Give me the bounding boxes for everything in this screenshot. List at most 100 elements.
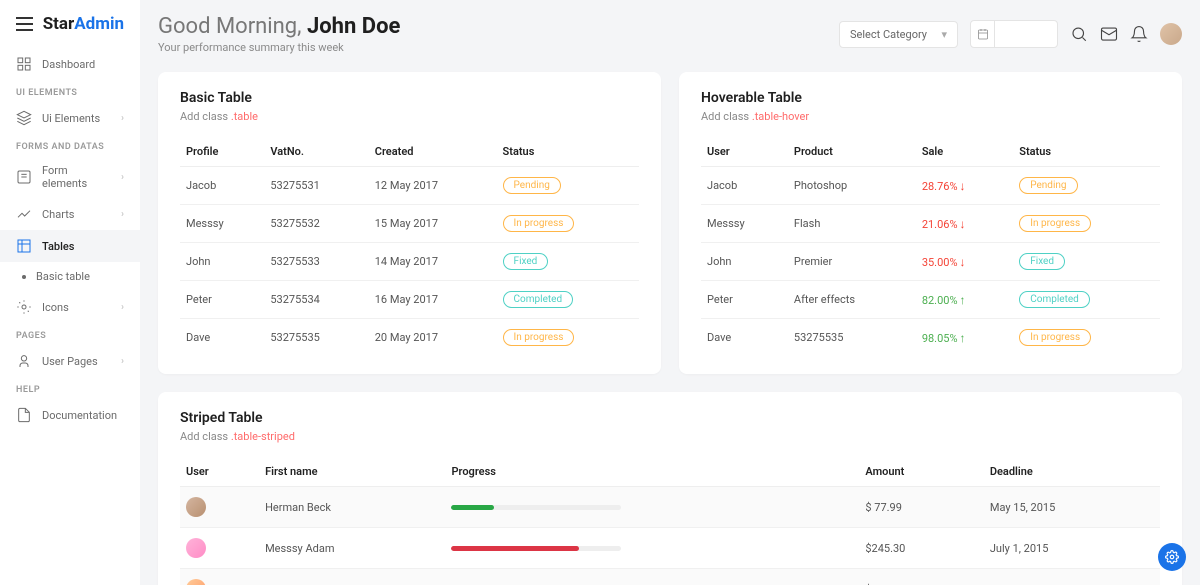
basic-table-card: Basic Table Add class .table Profile Vat… xyxy=(158,72,661,374)
cell-status: In progress xyxy=(1013,319,1160,357)
col-user: User xyxy=(180,457,259,487)
brand-text: StarAdmin xyxy=(43,14,124,34)
cell-deadline: May 15, 2015 xyxy=(984,487,1160,528)
page-subtitle: Your performance summary this week xyxy=(158,41,400,54)
cell-profile: Peter xyxy=(180,281,264,319)
cell-created: 12 May 2017 xyxy=(369,167,497,205)
table-row: Herman Beck$ 77.99May 15, 2015 xyxy=(180,487,1160,528)
nav-charts[interactable]: Charts › xyxy=(0,198,140,230)
cell-product: 53275535 xyxy=(788,319,916,357)
table-row: Dave5327553598.05%↑In progress xyxy=(701,319,1160,357)
icons-icon xyxy=(16,299,32,315)
basic-table: Profile VatNo. Created Status Jacob53275… xyxy=(180,137,639,356)
status-badge: In progress xyxy=(503,215,575,232)
cell-user xyxy=(180,528,259,569)
greeting: Good Morning, John Doe Your performance … xyxy=(158,14,400,54)
chevron-right-icon: › xyxy=(121,209,124,220)
user-avatar[interactable] xyxy=(1160,23,1182,45)
cell-sale: 98.05%↑ xyxy=(916,319,1013,357)
category-select[interactable]: Select Category xyxy=(839,21,958,48)
nav-form-elements[interactable]: Form elements › xyxy=(0,156,140,198)
arrow-up-icon: ↑ xyxy=(960,293,966,307)
nav-ui-elements[interactable]: Ui Elements › xyxy=(0,102,140,134)
nav-section-pages: PAGES xyxy=(0,323,140,345)
hover-table-card: Hoverable Table Add class .table-hover U… xyxy=(679,72,1182,374)
card-title: Basic Table xyxy=(180,90,639,106)
cell-sale: 28.76%↓ xyxy=(916,167,1013,205)
card-title: Hoverable Table xyxy=(701,90,1160,106)
status-badge: Fixed xyxy=(503,253,549,270)
nav-section-forms: FORMS AND DATAS xyxy=(0,134,140,156)
status-badge: Pending xyxy=(1019,177,1077,194)
calendar-icon xyxy=(971,21,995,47)
brand: StarAdmin xyxy=(0,14,140,48)
cell-amount: $245.30 xyxy=(859,528,983,569)
status-badge: Completed xyxy=(503,291,574,308)
table-row: John Richards$138.00Apr 12, 2015 xyxy=(180,569,1160,585)
nav-tables[interactable]: Tables xyxy=(0,230,140,262)
table-icon xyxy=(16,238,32,254)
chevron-right-icon: › xyxy=(121,302,124,313)
table-row: MesssyFlash21.06%↓In progress xyxy=(701,205,1160,243)
user-avatar-icon xyxy=(186,538,206,558)
cell-vat: 53275531 xyxy=(264,167,368,205)
gear-icon xyxy=(1165,550,1179,564)
sidebar: StarAdmin Dashboard UI ELEMENTS Ui Eleme… xyxy=(0,0,140,585)
cell-user: Messsy xyxy=(701,205,788,243)
striped-table: User First name Progress Amount Deadline… xyxy=(180,457,1160,585)
cell-name: John Richards xyxy=(259,569,445,585)
date-input[interactable] xyxy=(970,20,1058,48)
settings-fab[interactable] xyxy=(1158,543,1186,571)
mail-icon[interactable] xyxy=(1100,25,1118,43)
card-hint: Add class .table-hover xyxy=(701,110,1160,123)
cell-product: Photoshop xyxy=(788,167,916,205)
cell-vat: 53275532 xyxy=(264,205,368,243)
cell-name: Herman Beck xyxy=(259,487,445,528)
menu-toggle-icon[interactable] xyxy=(16,17,33,31)
bell-icon[interactable] xyxy=(1130,25,1148,43)
main-content: Good Morning, John Doe Your performance … xyxy=(140,0,1200,585)
col-status: Status xyxy=(497,137,639,167)
status-badge: Completed xyxy=(1019,291,1090,308)
cell-user: Peter xyxy=(701,281,788,319)
arrow-down-icon: ↓ xyxy=(960,255,966,269)
cell-created: 16 May 2017 xyxy=(369,281,497,319)
cell-product: Flash xyxy=(788,205,916,243)
nav-documentation[interactable]: Documentation xyxy=(0,399,140,431)
cell-status: Fixed xyxy=(497,243,639,281)
col-vat: VatNo. xyxy=(264,137,368,167)
cell-progress xyxy=(445,528,859,569)
cell-progress xyxy=(445,569,859,585)
arrow-down-icon: ↓ xyxy=(960,217,966,231)
hover-table: User Product Sale Status JacobPhotoshop2… xyxy=(701,137,1160,356)
nav-user-pages[interactable]: User Pages › xyxy=(0,345,140,377)
nav-dashboard[interactable]: Dashboard xyxy=(0,48,140,80)
cell-vat: 53275534 xyxy=(264,281,368,319)
col-amount: Amount xyxy=(859,457,983,487)
dashboard-icon xyxy=(16,56,32,72)
cell-profile: Dave xyxy=(180,319,264,357)
cell-user xyxy=(180,487,259,528)
table-row: JohnPremier35.00%↓Fixed xyxy=(701,243,1160,281)
cell-user xyxy=(180,569,259,585)
nav-basic-table[interactable]: Basic table xyxy=(0,262,140,291)
table-row: Messsy Adam$245.30July 1, 2015 xyxy=(180,528,1160,569)
stack-icon xyxy=(16,110,32,126)
nav-label: Tables xyxy=(42,240,74,253)
doc-icon xyxy=(16,407,32,423)
cell-created: 20 May 2017 xyxy=(369,319,497,357)
striped-table-card: Striped Table Add class .table-striped U… xyxy=(158,392,1182,585)
nav-label: User Pages xyxy=(42,355,98,368)
status-badge: In progress xyxy=(503,329,575,346)
col-deadline: Deadline xyxy=(984,457,1160,487)
user-avatar-icon xyxy=(186,579,206,585)
col-sale: Sale xyxy=(916,137,1013,167)
cell-deadline: Apr 12, 2015 xyxy=(984,569,1160,585)
nav-label: Icons xyxy=(42,301,69,314)
status-badge: In progress xyxy=(1019,329,1091,346)
table-row: Jacob5327553112 May 2017Pending xyxy=(180,167,639,205)
nav-icons[interactable]: Icons › xyxy=(0,291,140,323)
search-icon[interactable] xyxy=(1070,25,1088,43)
cell-status: In progress xyxy=(497,319,639,357)
chevron-right-icon: › xyxy=(121,356,124,367)
